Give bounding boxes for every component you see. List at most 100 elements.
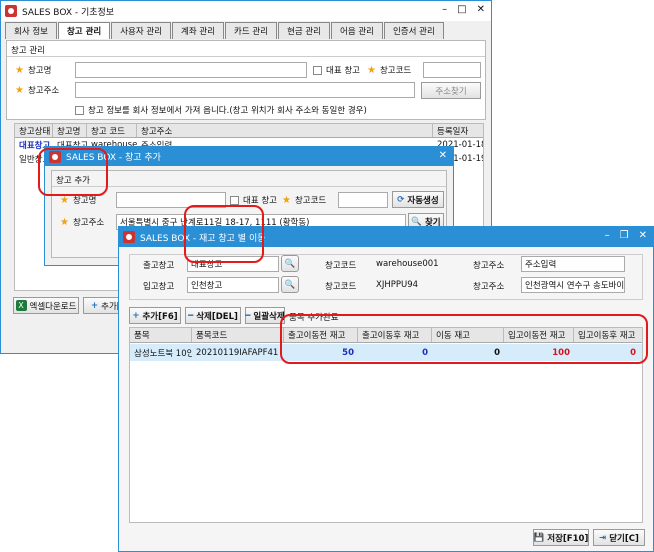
add-code-label: ★ 창고코드 — [282, 194, 327, 207]
add-group-title: 창고 추가 — [56, 176, 90, 186]
star-icon: ★ — [15, 64, 24, 76]
close-icon[interactable]: ✕ — [639, 230, 647, 241]
checkbox-icon[interactable] — [313, 65, 322, 75]
main-window-title: SALES BOX - 기초정보 — [22, 7, 115, 18]
main-titlebar: SALES BOX - 기초정보 – □ ✕ — [1, 1, 491, 21]
row-in-after: 0 — [630, 347, 636, 358]
move-window-titlebar: SALES BOX - 재고 창고 별 이동 – ❐ ✕ — [119, 227, 653, 247]
exit-icon: ⇥ — [599, 532, 607, 543]
main-tabs: 회사 정보 창고 관리 사용자 관리 계좌 관리 카드 관리 현금 관리 어음 … — [5, 22, 445, 39]
col-out-after: 출고이동후 재고 — [358, 328, 432, 342]
tab-certificates[interactable]: 인증서 관리 — [383, 22, 444, 39]
tab-cash[interactable]: 현금 관리 — [278, 22, 330, 39]
table-row[interactable]: 삼성노트북 10인치 20210119IAFAPF41 50 0 0 100 0 — [130, 344, 642, 361]
out-addr-label: 창고주소 — [473, 261, 505, 271]
row-out-before: 50 — [342, 347, 354, 358]
item-grid: 품목 품목코드 출고이동전 재고 출고이동후 재고 이동 재고 입고이동전 재고… — [129, 327, 643, 523]
in-code-label: 창고코드 — [325, 282, 357, 292]
search-icon: 🔍 — [284, 279, 296, 290]
star-icon: ★ — [282, 194, 291, 206]
out-code-value: warehouse001 — [376, 259, 439, 269]
out-warehouse-label: 출고창고 — [143, 261, 175, 271]
col-out-before: 출고이동전 재고 — [284, 328, 358, 342]
checkbox-icon[interactable] — [230, 195, 239, 205]
move-add-button[interactable]: + 추가[F6] — [129, 307, 181, 324]
minus-icon: ━ — [188, 310, 194, 321]
warehouse-name-input[interactable] — [75, 62, 307, 78]
minimize-icon[interactable]: – — [605, 230, 610, 241]
star-icon: ★ — [60, 194, 69, 206]
in-code-value: XJHPPU94 — [376, 280, 419, 290]
col-status: 창고상태 — [15, 124, 53, 137]
add-window-titlebar: SALES BOX - 창고 추가 ✕ — [45, 147, 453, 166]
close-icon[interactable]: ✕ — [439, 150, 447, 161]
excel-download-button[interactable]: X 엑셀다운로드 — [13, 297, 79, 314]
add-rep-checkbox[interactable]: 대표 창고 — [230, 194, 277, 206]
minimize-icon[interactable]: – — [442, 4, 447, 15]
warehouse-form-group: 창고 관리 ★ 창고명 대표 창고 ★ 창고코드 ★ 창고주소 주소찾기 창고 정보를… — [6, 40, 486, 120]
out-code-label: 창고코드 — [325, 261, 357, 271]
col-item-code: 품목코드 — [192, 328, 284, 342]
save-button[interactable]: 💾 저장[F10] — [533, 529, 589, 546]
in-warehouse-input[interactable]: 인천창고 — [187, 277, 279, 293]
in-warehouse-search-button[interactable]: 🔍 — [281, 276, 299, 293]
restore-icon[interactable]: ❐ — [620, 230, 629, 241]
rep-warehouse-checkbox[interactable]: 대표 창고 — [313, 64, 360, 76]
warehouse-group-title: 창고 관리 — [11, 46, 45, 56]
checkbox-icon[interactable] — [75, 105, 84, 115]
in-addr-input[interactable]: 인천광역시 연수구 송도바이오대로 123 송도동 — [521, 277, 625, 293]
search-icon: 🔍 — [284, 258, 296, 269]
close-button[interactable]: ⇥ 닫기[C] — [593, 529, 645, 546]
tab-bills[interactable]: 어음 관리 — [331, 22, 383, 39]
warehouse-code-input[interactable] — [423, 62, 481, 78]
warehouse-addr-label: ★ 창고주소 — [15, 84, 60, 97]
refresh-icon: ⟳ — [397, 194, 405, 205]
out-warehouse-search-button[interactable]: 🔍 — [281, 255, 299, 272]
copy-company-info-checkbox[interactable]: 창고 정보를 회사 정보에서 가져 옵니다.(창고 위치가 회사 주소와 동일한… — [75, 104, 367, 116]
row-move[interactable]: 0 — [432, 344, 504, 361]
excel-icon: X — [15, 300, 27, 311]
col-date: 등록일자 — [437, 126, 469, 137]
auto-generate-button[interactable]: ⟳ 자동생성 — [392, 191, 444, 208]
row-item-code: 20210119IAFAPF41 — [196, 347, 279, 358]
in-warehouse-label: 입고창고 — [143, 282, 175, 292]
row-in-before: 100 — [552, 347, 570, 358]
in-addr-label: 창고주소 — [473, 282, 505, 292]
item-grid-header: 품목 품목코드 출고이동전 재고 출고이동후 재고 이동 재고 입고이동전 재고… — [130, 328, 642, 343]
warehouse-name-label: ★ 창고명 — [15, 64, 52, 77]
add-name-input[interactable] — [116, 192, 226, 208]
warehouse-addr-input[interactable] — [75, 82, 415, 98]
add-code-input[interactable] — [338, 192, 388, 208]
save-icon: 💾 — [533, 532, 545, 543]
col-move: 이동 재고 — [432, 328, 504, 342]
minus-icon: ━ — [245, 310, 251, 321]
plus-icon: + — [91, 300, 99, 311]
out-warehouse-input[interactable]: 대표창고 — [187, 256, 279, 272]
warehouse-info-panel: 출고창고 대표창고 🔍 창고코드 warehouse001 창고주소 주소입력 … — [129, 254, 643, 296]
star-icon: ★ — [60, 216, 69, 228]
tab-users[interactable]: 사용자 관리 — [111, 22, 172, 39]
col-address: 창고주소 — [137, 124, 433, 137]
maximize-icon[interactable]: □ — [457, 4, 466, 15]
sales-box-logo-icon — [49, 150, 61, 163]
move-delete-button[interactable]: ━ 삭제[DEL] — [185, 307, 241, 324]
search-icon: 🔍 — [411, 216, 422, 227]
tab-cards[interactable]: 카드 관리 — [225, 22, 278, 39]
tab-company-info[interactable]: 회사 정보 — [5, 22, 57, 39]
move-window-title: SALES BOX - 재고 창고 별 이동 — [140, 233, 266, 244]
col-item: 품목 — [130, 328, 192, 342]
bulk-delete-button[interactable]: ━ 일괄삭제 — [245, 307, 285, 324]
status-text: 품목 추가완료 — [289, 313, 339, 323]
col-code: 창고 코드 — [87, 124, 137, 137]
warehouse-code-label: ★ 창고코드 — [367, 64, 412, 77]
col-name: 창고명 — [53, 124, 87, 137]
out-addr-input[interactable]: 주소입력 — [521, 256, 625, 272]
sales-box-logo-icon — [123, 231, 135, 243]
row-item: 삼성노트북 10인치 — [134, 348, 192, 359]
tab-accounts[interactable]: 계좌 관리 — [172, 22, 225, 39]
tab-warehouse[interactable]: 창고 관리 — [57, 22, 111, 39]
close-icon[interactable]: ✕ — [477, 4, 485, 15]
add-window-title: SALES BOX - 창고 추가 — [66, 153, 161, 163]
address-search-button[interactable]: 주소찾기 — [421, 82, 481, 99]
col-in-before: 입고이동전 재고 — [504, 328, 574, 342]
